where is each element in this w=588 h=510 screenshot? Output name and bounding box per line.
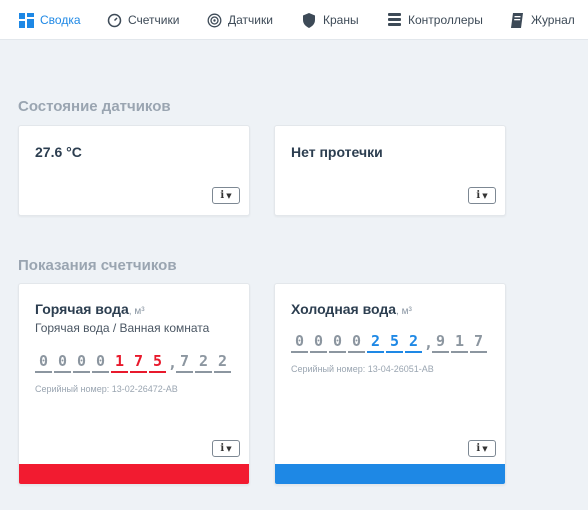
meters-section-title: Показания счетчиков bbox=[18, 257, 177, 274]
nav-item-summary[interactable]: Сводка bbox=[18, 0, 81, 40]
reading-digit: 0 bbox=[54, 352, 71, 373]
meter-title: Холодная вода, м³ bbox=[291, 301, 412, 317]
info-icon: i bbox=[220, 443, 225, 454]
reading-digit: 5 bbox=[386, 332, 403, 353]
reading-digit: 0 bbox=[310, 332, 327, 353]
reading-digit: 7 bbox=[176, 352, 193, 373]
nav-item-valves[interactable]: Краны bbox=[301, 0, 359, 40]
info-button[interactable]: i ▼ bbox=[468, 187, 496, 204]
caret-down-icon: ▼ bbox=[482, 444, 488, 453]
reading-digit: 5 bbox=[149, 352, 166, 373]
stack-icon bbox=[386, 12, 402, 28]
nav-item-journal[interactable]: Журнал bbox=[509, 0, 575, 40]
nav-label: Сводка bbox=[40, 13, 81, 27]
nav-item-meters[interactable]: Счетчики bbox=[106, 0, 179, 40]
meter-title: Горячая вода, м³ bbox=[35, 301, 145, 317]
nav-item-controllers[interactable]: Контроллеры bbox=[386, 0, 483, 40]
reading-digit: 2 bbox=[214, 352, 231, 373]
reading-digit: 1 bbox=[451, 332, 468, 353]
nav-label: Счетчики bbox=[128, 13, 180, 27]
info-button[interactable]: i ▼ bbox=[468, 440, 496, 457]
meter-reading: 0 0 0 0 2 5 2 , 9 1 7 bbox=[291, 332, 489, 353]
info-icon: i bbox=[476, 190, 481, 201]
info-icon: i bbox=[476, 443, 481, 454]
meter-serial: Серийный номер: 13-02-26472-AB bbox=[35, 384, 178, 394]
reading-digit: 0 bbox=[348, 332, 365, 353]
reading-digit: 0 bbox=[35, 352, 52, 373]
meter-card-cold-water: Холодная вода, м³ 0 0 0 0 2 5 2 , 9 1 7 … bbox=[274, 283, 506, 485]
info-button[interactable]: i ▼ bbox=[212, 187, 240, 204]
nav-label: Краны bbox=[323, 13, 359, 27]
meter-name: Горячая вода bbox=[35, 301, 129, 317]
nav-label: Журнал bbox=[531, 13, 575, 27]
reading-digit: 2 bbox=[405, 332, 422, 353]
info-button[interactable]: i ▼ bbox=[212, 440, 240, 457]
cold-water-color-bar bbox=[275, 464, 505, 484]
temperature-value: 27.6 °C bbox=[35, 144, 82, 160]
book-icon bbox=[509, 12, 525, 28]
reading-decimal-separator: , bbox=[424, 334, 434, 352]
reading-digit: 2 bbox=[195, 352, 212, 373]
hot-water-color-bar bbox=[19, 464, 249, 484]
meter-card-hot-water: Горячая вода, м³ Горячая вода / Ванная к… bbox=[18, 283, 250, 485]
reading-decimal-separator: , bbox=[168, 354, 178, 372]
reading-digit: 0 bbox=[291, 332, 308, 353]
reading-digit: 0 bbox=[92, 352, 109, 373]
nav-label: Контроллеры bbox=[408, 13, 483, 27]
gauge-icon bbox=[106, 12, 122, 28]
caret-down-icon: ▼ bbox=[226, 191, 232, 200]
nav-item-sensors[interactable]: Датчики bbox=[206, 0, 273, 40]
caret-down-icon: ▼ bbox=[482, 191, 488, 200]
sensor-icon bbox=[206, 12, 222, 28]
meter-unit: , м³ bbox=[128, 306, 145, 317]
shield-icon bbox=[301, 12, 317, 28]
dashboard-icon bbox=[18, 12, 34, 28]
info-icon: i bbox=[220, 190, 225, 201]
reading-digit: 9 bbox=[432, 332, 449, 353]
caret-down-icon: ▼ bbox=[226, 444, 232, 453]
reading-digit: 1 bbox=[111, 352, 128, 373]
leak-status-value: Нет протечки bbox=[291, 144, 383, 160]
reading-digit: 0 bbox=[329, 332, 346, 353]
meter-serial: Серийный номер: 13-04-26051-AB bbox=[291, 364, 434, 374]
meter-unit: , м³ bbox=[396, 306, 412, 317]
reading-digit: 7 bbox=[470, 332, 487, 353]
reading-digit: 2 bbox=[367, 332, 384, 353]
reading-digit: 7 bbox=[130, 352, 147, 373]
sensors-section-title: Состояние датчиков bbox=[18, 98, 171, 115]
meter-name: Холодная вода bbox=[291, 301, 397, 317]
reading-digit: 0 bbox=[73, 352, 90, 373]
sensor-card-temperature: 27.6 °C i ▼ bbox=[18, 125, 250, 216]
sensor-card-leak: Нет протечки i ▼ bbox=[274, 125, 506, 216]
top-nav: Сводка Счетчики Датчики Краны Контроллер… bbox=[0, 0, 588, 40]
meter-location: Горячая вода / Ванная комната bbox=[35, 321, 210, 335]
meter-reading: 0 0 0 0 1 7 5 , 7 2 2 bbox=[35, 352, 233, 373]
nav-label: Датчики bbox=[228, 13, 273, 27]
